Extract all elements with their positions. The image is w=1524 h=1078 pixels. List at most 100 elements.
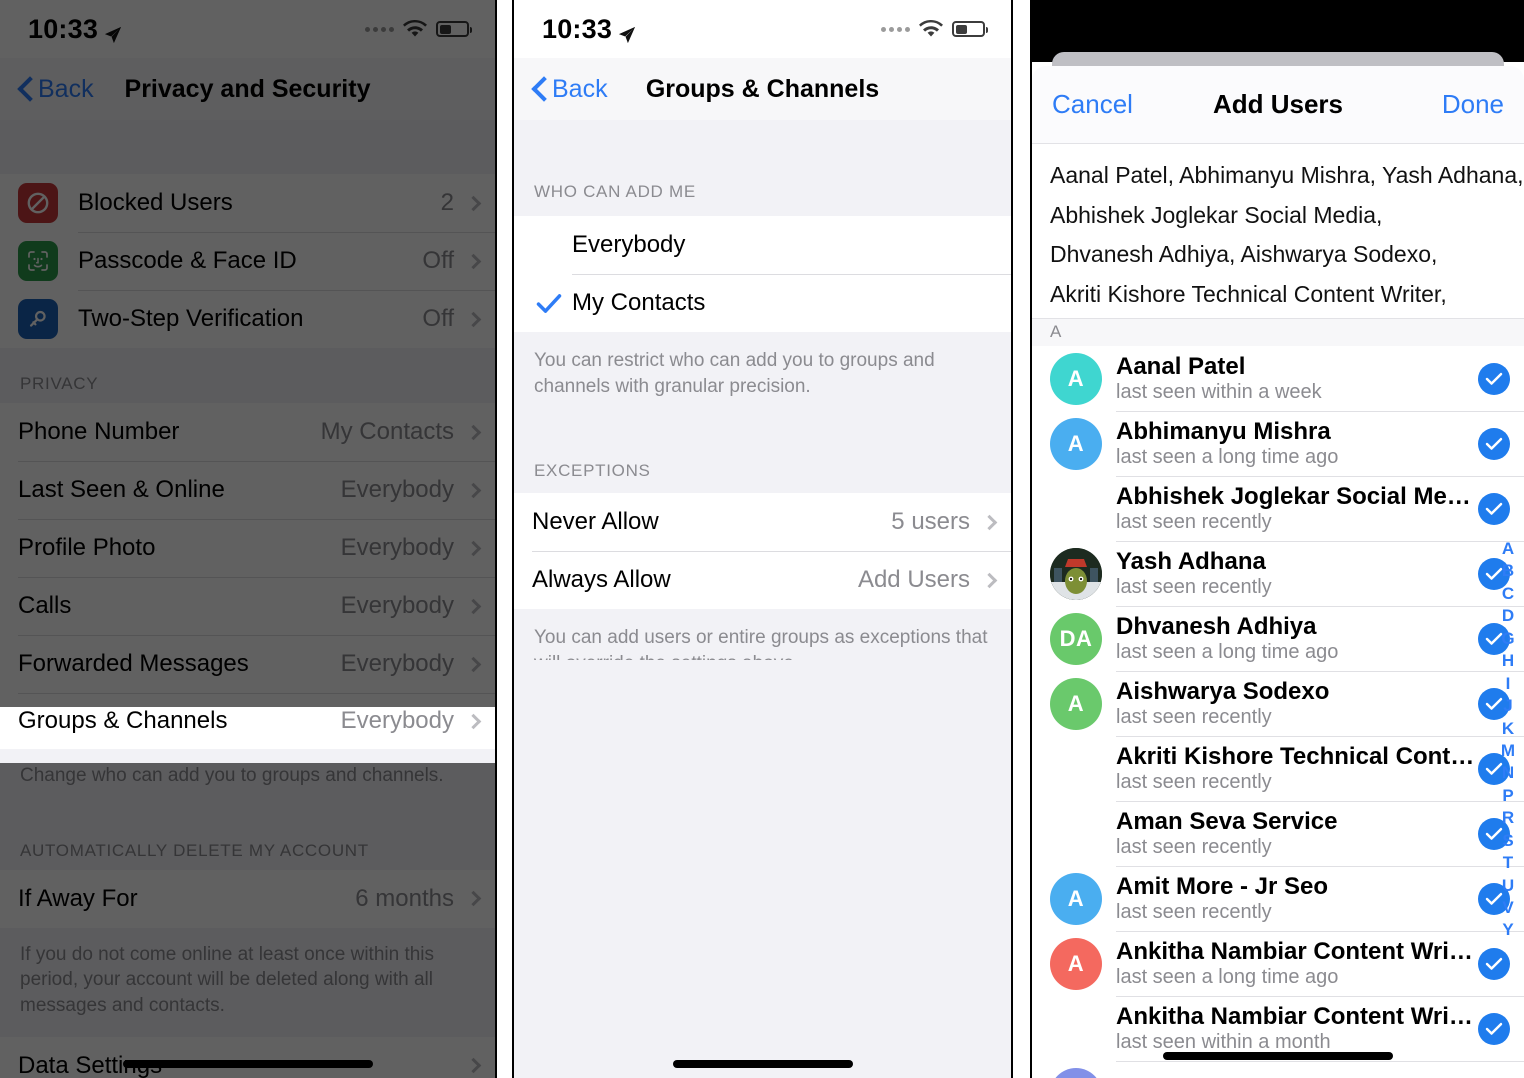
list-item[interactable]: Abhishek Joglekar Social Media last seen… bbox=[1032, 476, 1524, 542]
battery-icon bbox=[436, 21, 472, 37]
row-value: Add Users bbox=[857, 566, 970, 594]
list-item[interactable]: Akriti Kishore Technical Conten... last … bbox=[1032, 736, 1524, 802]
option-label: My Contacts bbox=[572, 289, 706, 316]
auto-delete-footnote: If you do not come online at least once … bbox=[0, 927, 495, 1037]
chevron-right-icon bbox=[465, 540, 482, 556]
home-indicator bbox=[672, 1060, 853, 1068]
index-letter[interactable]: U bbox=[1502, 875, 1514, 897]
row-two-step-verification[interactable]: Two-Step Verification Off bbox=[0, 290, 495, 348]
row-data-settings[interactable]: Data Settings bbox=[0, 1036, 495, 1078]
contact-status: last seen within a month bbox=[1116, 1031, 1331, 1054]
contact-text: Yash Adhana last seen recently bbox=[1116, 548, 1478, 599]
contact-name: Ankitha Nambiar Content Writer bbox=[1116, 938, 1478, 966]
token-line: Aanal Patel, Abhimanyu Mishra, Yash Adha… bbox=[1050, 162, 1524, 188]
index-letter[interactable]: A bbox=[1502, 538, 1514, 560]
list-item[interactable]: A Apurva Singh Content Writer bbox=[1032, 1061, 1524, 1078]
list-item[interactable]: A Abhimanyu Mishra last seen a long time… bbox=[1032, 411, 1524, 477]
index-letter[interactable]: J bbox=[1503, 695, 1512, 717]
index-letter[interactable]: G bbox=[1501, 628, 1514, 650]
row-always-allow[interactable]: Always Allow Add Users bbox=[514, 551, 1011, 610]
panel-groups-and-channels: 10:33 Back Groups & Channels WHO CAN ADD… bbox=[512, 0, 1013, 1078]
avatar-initials: A bbox=[1067, 690, 1085, 716]
row-label: Profile Photo bbox=[18, 534, 156, 561]
row-if-away-for[interactable]: If Away For 6 months bbox=[0, 869, 495, 928]
section-gap bbox=[514, 120, 1011, 174]
index-letter[interactable]: K bbox=[1502, 718, 1514, 740]
row-value: Off bbox=[422, 305, 454, 332]
contact-status: last seen recently bbox=[1116, 706, 1272, 729]
row-value: My Contacts bbox=[320, 418, 454, 445]
option-everybody[interactable]: Everybody bbox=[514, 216, 1011, 274]
panel-privacy-and-security: 10:33 Back Privacy and Security Blocked … bbox=[0, 0, 497, 1078]
alphabet-index-bar[interactable]: A B C D G H I J K M N P R S T U V Y bbox=[1495, 538, 1521, 942]
auto-delete-section-header: AUTOMATICALLY DELETE MY ACCOUNT bbox=[0, 806, 495, 870]
contact-text: Dhvanesh Adhiya last seen a long time ag… bbox=[1116, 613, 1478, 664]
row-last-seen-online[interactable]: Last Seen & Online Everybody bbox=[0, 461, 495, 519]
index-letter[interactable]: V bbox=[1502, 897, 1513, 919]
back-button[interactable]: Back bbox=[18, 75, 94, 104]
row-forwarded-messages[interactable]: Forwarded Messages Everybody bbox=[0, 635, 495, 693]
index-letter[interactable]: H bbox=[1502, 650, 1514, 672]
checkmark-icon bbox=[536, 293, 572, 314]
index-letter[interactable]: N bbox=[1502, 762, 1514, 784]
checkbox-selected-icon[interactable] bbox=[1478, 427, 1510, 460]
row-label: If Away For bbox=[18, 884, 138, 912]
index-letter[interactable]: Y bbox=[1502, 919, 1513, 941]
chevron-right-icon bbox=[981, 572, 998, 589]
row-groups-and-channels[interactable]: Groups & Channels Everybody bbox=[0, 693, 495, 749]
index-letter[interactable]: I bbox=[1506, 673, 1511, 695]
contact-name: Abhishek Joglekar Social Media bbox=[1116, 483, 1478, 511]
index-letter[interactable]: S bbox=[1502, 830, 1513, 852]
contact-text: Amit More - Jr Seo last seen recently bbox=[1116, 873, 1478, 924]
chevron-right-icon bbox=[465, 424, 482, 440]
checkbox-selected-icon[interactable] bbox=[1478, 1012, 1510, 1045]
contact-status: last seen recently bbox=[1116, 901, 1272, 924]
index-letter[interactable]: D bbox=[1502, 605, 1514, 627]
checkbox-selected-icon[interactable] bbox=[1478, 947, 1510, 980]
done-button[interactable]: Done bbox=[1442, 89, 1504, 120]
index-letter[interactable]: T bbox=[1503, 852, 1513, 874]
status-time: 10:33 bbox=[28, 13, 99, 44]
row-profile-photo[interactable]: Profile Photo Everybody bbox=[0, 519, 495, 577]
back-button[interactable]: Back bbox=[532, 75, 608, 104]
chevron-right-icon bbox=[465, 890, 482, 907]
home-indicator bbox=[122, 1060, 373, 1068]
list-item[interactable]: A Ankitha Nambiar Content Writer last se… bbox=[1032, 931, 1524, 997]
option-my-contacts[interactable]: My Contacts bbox=[514, 274, 1011, 332]
list-item[interactable]: A Aishwarya Sodexo last seen recently bbox=[1032, 671, 1524, 737]
index-letter[interactable]: C bbox=[1502, 583, 1514, 605]
chevron-right-icon bbox=[465, 482, 482, 498]
row-label: Forwarded Messages bbox=[18, 650, 249, 677]
contact-text: Akriti Kishore Technical Conten... last … bbox=[1116, 743, 1478, 794]
section-gap bbox=[0, 120, 495, 174]
checkbox-selected-icon[interactable] bbox=[1478, 362, 1510, 395]
index-letter[interactable]: B bbox=[1502, 560, 1514, 582]
row-value: Off bbox=[422, 247, 454, 274]
cancel-button[interactable]: Cancel bbox=[1052, 89, 1133, 120]
blocked-icon bbox=[18, 183, 58, 223]
avatar: A bbox=[1050, 872, 1102, 925]
row-never-allow[interactable]: Never Allow 5 users bbox=[514, 493, 1011, 552]
row-value: Everybody bbox=[340, 534, 454, 561]
avatar: A bbox=[1050, 417, 1102, 470]
index-letter[interactable]: R bbox=[1502, 807, 1514, 829]
face-id-icon bbox=[18, 241, 58, 281]
contacts-list: A Aanal Patel last seen within a week A bbox=[1032, 346, 1524, 1078]
selected-users-field[interactable]: Aanal Patel, Abhimanyu Mishra, Yash Adha… bbox=[1032, 144, 1524, 319]
list-item[interactable]: Aman Seva Service last seen recently bbox=[1032, 801, 1524, 867]
chevron-left-icon bbox=[532, 76, 548, 102]
home-indicator bbox=[1163, 1052, 1393, 1060]
list-item[interactable]: Yash Adhana last seen recently bbox=[1032, 541, 1524, 607]
list-item[interactable]: A Aanal Patel last seen within a week bbox=[1032, 346, 1524, 412]
row-phone-number[interactable]: Phone Number My Contacts bbox=[0, 403, 495, 461]
row-blocked-users[interactable]: Blocked Users 2 bbox=[0, 174, 495, 232]
index-letter[interactable]: P bbox=[1502, 785, 1513, 807]
row-value: Everybody bbox=[340, 650, 454, 677]
checkbox-selected-icon[interactable] bbox=[1478, 492, 1510, 525]
index-letter[interactable]: M bbox=[1501, 740, 1515, 762]
list-item[interactable]: DA Dhvanesh Adhiya last seen a long time… bbox=[1032, 606, 1524, 672]
row-value: 6 months bbox=[355, 884, 454, 912]
row-passcode-face-id[interactable]: Passcode & Face ID Off bbox=[0, 232, 495, 290]
row-calls[interactable]: Calls Everybody bbox=[0, 577, 495, 635]
list-item[interactable]: A Amit More - Jr Seo last seen recently bbox=[1032, 866, 1524, 932]
